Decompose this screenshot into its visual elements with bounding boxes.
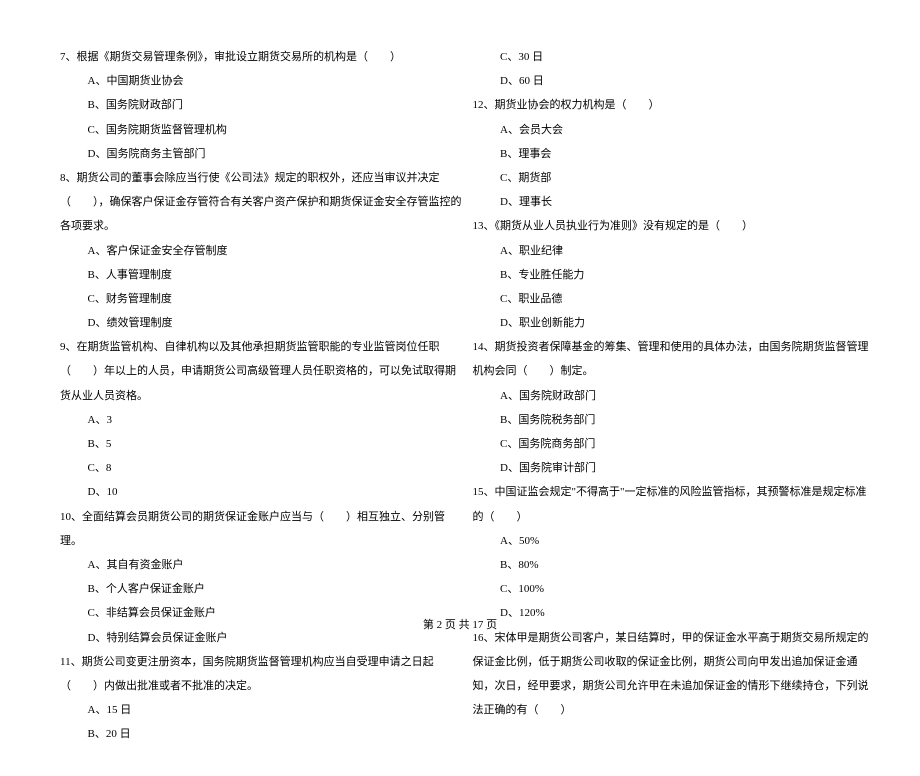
q12-opt-c: C、期货部 bbox=[473, 166, 876, 190]
q13-opt-d: D、职业创新能力 bbox=[473, 311, 876, 335]
q9-opt-b: B、5 bbox=[60, 432, 463, 456]
q14-opt-c: C、国务院商务部门 bbox=[473, 432, 876, 456]
q7-opt-c: C、国务院期货监督管理机构 bbox=[60, 118, 463, 142]
q8-opt-d: D、绩效管理制度 bbox=[60, 311, 463, 335]
q11-opt-a: A、15 日 bbox=[60, 698, 463, 722]
q11-text: 11、期货公司变更注册资本，国务院期货监督管理机构应当自受理申请之日起（ ）内做… bbox=[60, 650, 463, 698]
q7-opt-d: D、国务院商务主管部门 bbox=[60, 142, 463, 166]
q10-opt-b: B、个人客户保证金账户 bbox=[60, 577, 463, 601]
q12-text: 12、期货业协会的权力机构是（ ） bbox=[473, 93, 876, 117]
q12-opt-b: B、理事会 bbox=[473, 142, 876, 166]
q15-opt-c: C、100% bbox=[473, 577, 876, 601]
q14-opt-a: A、国务院财政部门 bbox=[473, 384, 876, 408]
q8-opt-a: A、客户保证金安全存管制度 bbox=[60, 239, 463, 263]
q8-opt-c: C、财务管理制度 bbox=[60, 287, 463, 311]
q11-opt-c: C、30 日 bbox=[473, 45, 876, 69]
right-column: C、30 日 D、60 日 12、期货业协会的权力机构是（ ） A、会员大会 B… bbox=[473, 45, 876, 746]
q8-text: 8、期货公司的董事会除应当行使《公司法》规定的职权外，还应当审议并决定（ ），确… bbox=[60, 166, 463, 239]
q11-opt-d: D、60 日 bbox=[473, 69, 876, 93]
q12-opt-d: D、理事长 bbox=[473, 190, 876, 214]
q11-opt-b: B、20 日 bbox=[60, 722, 463, 746]
q15-opt-b: B、80% bbox=[473, 553, 876, 577]
q12-opt-a: A、会员大会 bbox=[473, 118, 876, 142]
q14-opt-b: B、国务院税务部门 bbox=[473, 408, 876, 432]
page-footer: 第 2 页 共 17 页 bbox=[0, 616, 920, 632]
q10-opt-a: A、其自有资金账户 bbox=[60, 553, 463, 577]
q7-opt-b: B、国务院财政部门 bbox=[60, 93, 463, 117]
q13-text: 13、《期货从业人员执业行为准则》没有规定的是（ ） bbox=[473, 214, 876, 238]
q9-opt-a: A、3 bbox=[60, 408, 463, 432]
q14-text: 14、期货投资者保障基金的筹集、管理和使用的具体办法，由国务院期货监督管理机构会… bbox=[473, 335, 876, 383]
q8-opt-b: B、人事管理制度 bbox=[60, 263, 463, 287]
q16-text: 16、宋体甲是期货公司客户，某日结算时，甲的保证金水平高于期货交易所规定的保证金… bbox=[473, 626, 876, 723]
q14-opt-d: D、国务院审计部门 bbox=[473, 456, 876, 480]
q9-text: 9、在期货监管机构、自律机构以及其他承担期货监管职能的专业监管岗位任职（ ）年以… bbox=[60, 335, 463, 408]
q10-text: 10、全面结算会员期货公司的期货保证金账户应当与（ ）相互独立、分别管理。 bbox=[60, 505, 463, 553]
q7-text: 7、根据《期货交易管理条例》，审批设立期货交易所的机构是（ ） bbox=[60, 45, 463, 69]
q13-opt-b: B、专业胜任能力 bbox=[473, 263, 876, 287]
page-container: 7、根据《期货交易管理条例》，审批设立期货交易所的机构是（ ） A、中国期货业协… bbox=[0, 0, 920, 776]
q9-opt-c: C、8 bbox=[60, 456, 463, 480]
q15-text: 15、中国证监会规定"不得高于"一定标准的风险监管指标，其预警标准是规定标准的（… bbox=[473, 480, 876, 528]
q13-opt-a: A、职业纪律 bbox=[473, 239, 876, 263]
q9-opt-d: D、10 bbox=[60, 480, 463, 504]
left-column: 7、根据《期货交易管理条例》，审批设立期货交易所的机构是（ ） A、中国期货业协… bbox=[60, 45, 463, 746]
q15-opt-a: A、50% bbox=[473, 529, 876, 553]
q13-opt-c: C、职业品德 bbox=[473, 287, 876, 311]
q7-opt-a: A、中国期货业协会 bbox=[60, 69, 463, 93]
